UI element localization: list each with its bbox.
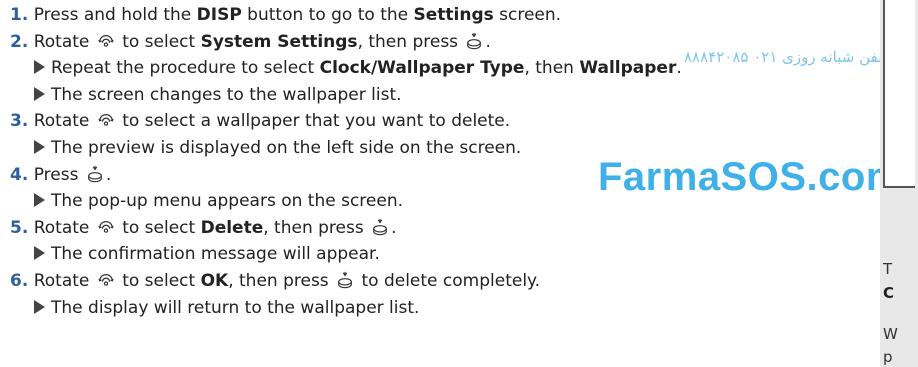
- press-selector-icon: [338, 271, 352, 289]
- sidebar-text-fragment: T: [883, 260, 893, 278]
- result-arrow-icon: [34, 86, 45, 101]
- result-arrow-icon: [34, 193, 45, 208]
- result-arrow-icon: [34, 246, 45, 261]
- step-number: 1.: [10, 5, 29, 25]
- step-2-sub-2: The screen changes to the wallpaper list…: [10, 82, 840, 109]
- press-selector-icon: [467, 32, 482, 49]
- right-sidebar: T C W p: [880, 0, 918, 367]
- sidebar-text-fragment: W: [883, 325, 898, 343]
- press-selector-icon: [87, 165, 102, 182]
- sidebar-text-fragment: p: [883, 348, 893, 366]
- rotate-selector-icon: [98, 220, 114, 233]
- press-selector-icon: [373, 218, 387, 235]
- settings-label: Settings: [413, 5, 494, 25]
- step-1: 1. Press and hold the DISP button to go …: [10, 5, 562, 25]
- sidebar-text-fragment: C: [883, 284, 895, 302]
- result-arrow-icon: [34, 299, 45, 314]
- step-6: 6. Rotate to select OK, then press to de…: [10, 270, 541, 291]
- step-6-sub-1: The display will return to the wallpaper…: [10, 295, 840, 322]
- rotate-selector-icon: [98, 114, 114, 127]
- disp-button-label: DISP: [196, 5, 242, 25]
- watermark-brand: FarmaSOS.com: [598, 155, 902, 199]
- step-5-sub-1: The confirmation message will appear.: [10, 241, 840, 268]
- result-arrow-icon: [34, 139, 45, 154]
- step-5: 5. Rotate to select Delete, then press .: [10, 217, 397, 238]
- watermark-phone: تلفن شبانه روزی ۰۲۱ ۸۸۸۴۲۰۸۵: [684, 48, 888, 66]
- sidebar-box: [883, 0, 915, 188]
- rotate-selector-icon: [98, 34, 114, 47]
- step-3: 3. Rotate to select a wallpaper that you…: [10, 111, 511, 132]
- result-arrow-icon: [34, 60, 45, 75]
- rotate-selector-icon: [98, 273, 114, 286]
